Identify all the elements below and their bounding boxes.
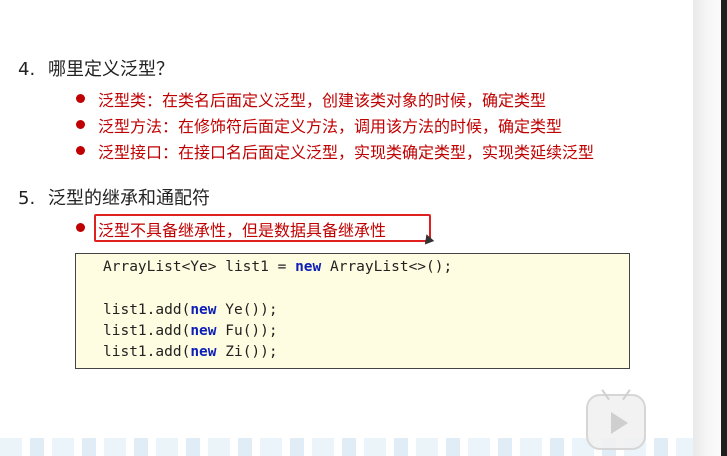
code-keyword: new: [190, 323, 217, 339]
section-5-title: 泛型的继承和通配符: [48, 188, 210, 209]
code-text: Ye());: [216, 302, 278, 318]
section-5-number: 5.: [18, 188, 36, 209]
code-text: Fu());: [216, 323, 278, 339]
slide: 4. 哪里定义泛型？ 泛型类：在类名后面定义泛型，创建该类对象的时候，确定类型 泛…: [0, 0, 693, 456]
right-side-panel: [693, 0, 727, 456]
code-text: Zi());: [216, 344, 278, 360]
section-4-number: 4.: [18, 59, 36, 80]
right-edge-bar: [721, 0, 727, 456]
bullet-generic-interface: 泛型接口：在接口名后面定义泛型，实现类确定类型，实现类延续泛型: [98, 143, 595, 162]
code-text: list1.add(: [103, 323, 191, 339]
bullet-generic-class: 泛型类：在类名后面定义泛型，创建该类对象的时候，确定类型: [98, 91, 547, 110]
code-line-2: list1.add(new Ye());: [103, 302, 278, 318]
bullet-inheritance: 泛型不具备继承性，但是数据具备继承性: [98, 221, 387, 240]
code-text: ArrayList<Ye> list1 =: [103, 259, 296, 275]
section-4-title: 哪里定义泛型？: [48, 59, 174, 80]
bullet-generic-method: 泛型方法：在修饰符后面定义方法，调用该方法的时候，确定类型: [98, 117, 563, 136]
play-button[interactable]: [586, 394, 646, 450]
code-keyword: new: [190, 344, 217, 360]
code-line-3: list1.add(new Fu());: [103, 323, 278, 339]
section-4-heading: 4. 哪里定义泛型？: [18, 55, 174, 81]
mouse-cursor-icon: [421, 232, 435, 245]
bullet-dot: [76, 223, 85, 232]
code-line-4: list1.add(new Zi());: [103, 344, 278, 360]
code-keyword: new: [190, 302, 217, 318]
bullet-dot: [76, 120, 85, 129]
code-keyword: new: [295, 259, 322, 275]
bullet-dot: [76, 94, 85, 103]
section-5-heading: 5. 泛型的继承和通配符: [18, 184, 210, 210]
play-icon: [611, 412, 628, 434]
code-text: ArrayList<>();: [321, 259, 453, 275]
code-block: ArrayList<Ye> list1 = new ArrayList<>();…: [75, 253, 630, 369]
code-text: list1.add(: [103, 344, 191, 360]
code-line-1: ArrayList<Ye> list1 = new ArrayList<>();: [103, 259, 452, 275]
bullet-dot: [76, 146, 85, 155]
code-text: list1.add(: [103, 302, 191, 318]
